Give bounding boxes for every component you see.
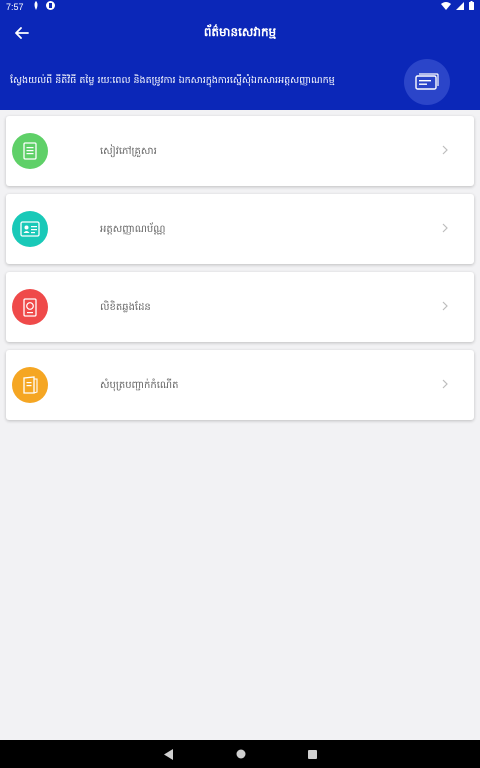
chevron-right-icon [442, 144, 448, 158]
back-button[interactable] [0, 14, 44, 52]
page-title: ព័ត៌មានសេវាកម្ម [203, 25, 277, 39]
app-notification-icon [45, 1, 55, 13]
info-banner: ស្វែងយល់ពី នីតិវិធី តម្លៃ រយៈពេល និងតម្រ… [0, 52, 480, 110]
service-card-passport[interactable]: លិខិតឆ្លងដែន [6, 272, 474, 342]
service-card-id-card[interactable]: អត្តសញ្ញាណប័ណ្ណ [6, 194, 474, 264]
app-bar: ព័ត៌មានសេវាកម្ម [0, 14, 480, 52]
document-icon [12, 133, 48, 169]
booklet-icon [12, 367, 48, 403]
service-label: អត្តសញ្ញាណប័ណ្ណ [100, 223, 166, 235]
service-card-birth-certificate[interactable]: សំបុត្របញ្ជាក់កំណើត [6, 350, 474, 420]
chevron-right-icon [442, 378, 448, 392]
passport-icon [12, 289, 48, 325]
status-time: 7:57 [6, 2, 24, 12]
chevron-right-icon [442, 222, 448, 236]
id-card-icon [12, 211, 48, 247]
system-navigation-bar [0, 740, 480, 768]
arrow-back-icon [15, 27, 29, 39]
service-card-family-book[interactable]: សៀវភៅគ្រួសារ [6, 116, 474, 186]
service-label: សំបុត្របញ្ជាក់កំណើត [100, 379, 179, 391]
service-label: សៀវភៅគ្រួសារ [100, 145, 157, 157]
nav-back-button[interactable] [163, 748, 174, 760]
circle-home-icon [236, 749, 245, 759]
battery-icon [469, 1, 474, 13]
chevron-right-icon [442, 300, 448, 314]
nav-home-button[interactable] [236, 749, 246, 759]
signal-icon [456, 1, 464, 13]
status-bar: 7:57 [0, 0, 480, 14]
id-card-icon [404, 59, 450, 105]
banner-text: ស្វែងយល់ពី នីតិវិធី តម្លៃ រយៈពេល និងតម្រ… [10, 74, 335, 86]
service-label: លិខិតឆ្លងដែន [100, 301, 151, 313]
triangle-back-icon [163, 748, 173, 760]
wifi-icon [441, 1, 451, 13]
nav-recents-button[interactable] [307, 749, 317, 759]
square-recents-icon [307, 749, 317, 759]
notification-icon [32, 1, 40, 13]
